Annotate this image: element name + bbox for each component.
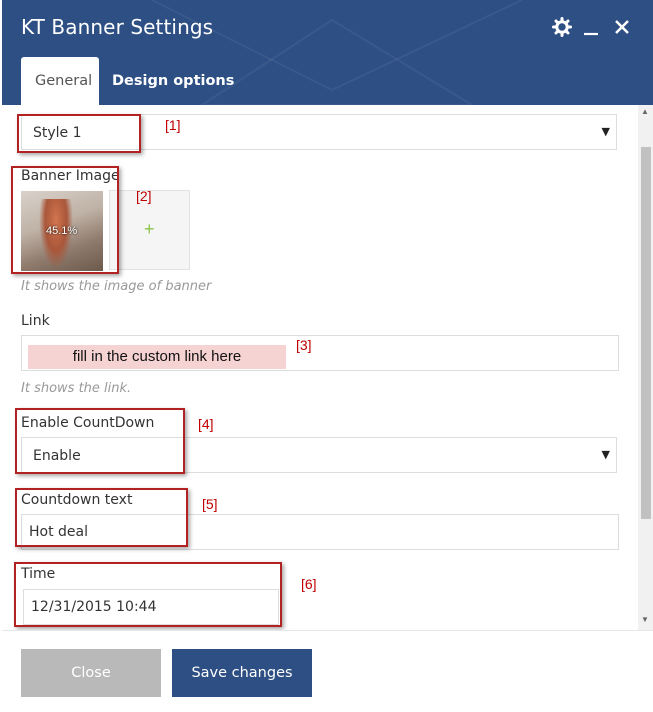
callout-box-4 <box>15 408 185 474</box>
close-icon[interactable] <box>612 17 634 39</box>
plus-icon: + <box>144 219 155 239</box>
link-help: It shows the link. <box>21 381 132 396</box>
close-button[interactable]: Close <box>21 649 161 697</box>
scroll-up-icon[interactable]: ▲ <box>641 107 649 116</box>
gear-icon[interactable] <box>552 17 574 39</box>
save-changes-button[interactable]: Save changes <box>172 649 312 697</box>
banner-settings-dialog: KT Banner Settings General Design option… <box>2 0 653 712</box>
scrollbar[interactable]: ▲ ▼ <box>638 105 653 630</box>
callout-box-2 <box>11 166 119 274</box>
annotation-1: [1] <box>165 117 181 133</box>
dialog-title: KT Banner Settings <box>21 15 214 39</box>
annotation-3: [3] <box>296 337 312 353</box>
tab-design-options[interactable]: Design options <box>98 57 248 105</box>
annotation-2: [2] <box>136 188 152 204</box>
banner-image-help: It shows the image of banner <box>21 279 212 294</box>
callout-box-5 <box>15 488 188 547</box>
link-label: Link <box>21 313 50 329</box>
annotation-5: [5] <box>202 496 218 512</box>
annotation-6: [6] <box>301 576 317 592</box>
callout-box-6 <box>14 562 282 627</box>
dialog-header: KT Banner Settings General Design option… <box>2 0 653 105</box>
scroll-thumb[interactable] <box>641 147 651 519</box>
chevron-down-icon: ▼ <box>601 125 610 138</box>
tab-general[interactable]: General <box>21 57 99 105</box>
chevron-down-icon: ▼ <box>601 448 610 461</box>
minimize-icon[interactable] <box>582 17 604 39</box>
annotation-4: [4] <box>198 416 214 432</box>
link-placeholder-highlight: fill in the custom link here <box>28 345 286 369</box>
scroll-down-icon[interactable]: ▼ <box>641 615 649 624</box>
callout-box-1 <box>17 114 141 153</box>
